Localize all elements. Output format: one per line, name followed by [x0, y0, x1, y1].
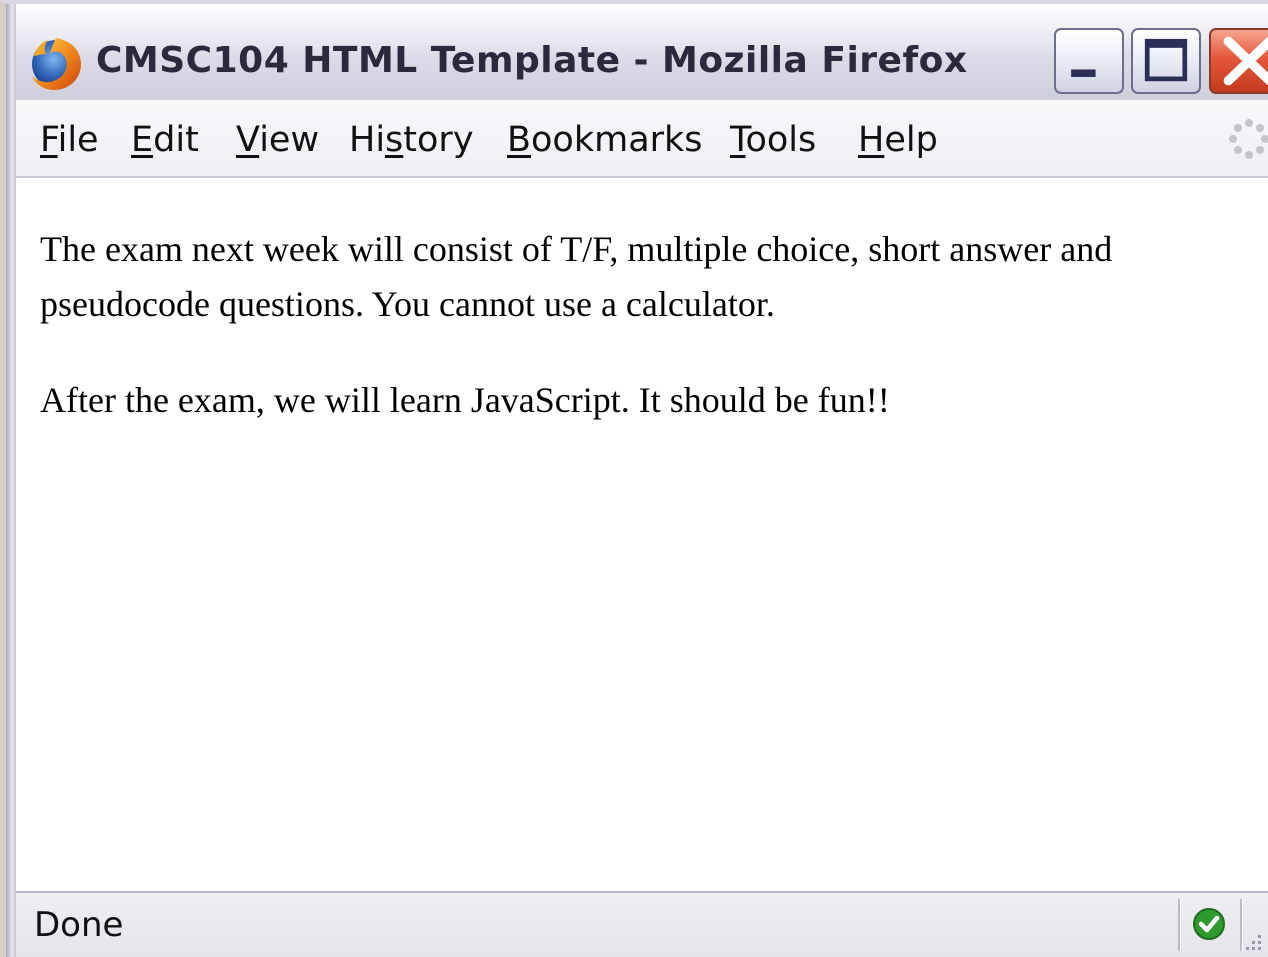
minimize-button[interactable] — [1054, 28, 1124, 94]
status-text: Done — [34, 905, 124, 945]
resize-grip-icon[interactable] — [1242, 931, 1264, 953]
paragraph-exam: The exam next week will consist of T/F, … — [40, 229, 1113, 324]
close-button[interactable] — [1209, 28, 1268, 94]
maximize-button[interactable] — [1131, 28, 1201, 94]
menu-help[interactable]: Help — [858, 120, 938, 160]
menu-bookmarks[interactable]: Bookmarks — [507, 120, 703, 160]
window-title: CMSC104 HTML Template - Mozilla Firefox — [96, 40, 968, 81]
title-bar[interactable]: CMSC104 HTML Template - Mozilla Firefox — [6, 4, 1268, 101]
throbber-icon — [1229, 119, 1268, 159]
status-bar: Done — [6, 891, 1268, 957]
menu-tools[interactable]: Tools — [730, 120, 816, 160]
paragraph-javascript: After the exam, we will learn JavaScript… — [40, 380, 890, 420]
status-divider — [1178, 899, 1180, 951]
menu-file[interactable]: File — [40, 120, 99, 160]
menu-history[interactable]: History — [349, 120, 474, 160]
menu-edit[interactable]: Edit — [131, 120, 199, 160]
close-icon — [1223, 36, 1268, 86]
page-content: The exam next week will consist of T/F, … — [6, 178, 1268, 893]
minimize-icon — [1071, 69, 1096, 77]
maximize-icon — [1144, 38, 1188, 82]
browser-window: CMSC104 HTML Template - Mozilla Firefox … — [0, 0, 1268, 957]
firefox-icon[interactable] — [26, 34, 86, 94]
menu-view[interactable]: View — [236, 120, 319, 160]
check-icon[interactable] — [1192, 907, 1226, 941]
menu-bar: File Edit View History Bookmarks Tools H… — [6, 100, 1268, 178]
